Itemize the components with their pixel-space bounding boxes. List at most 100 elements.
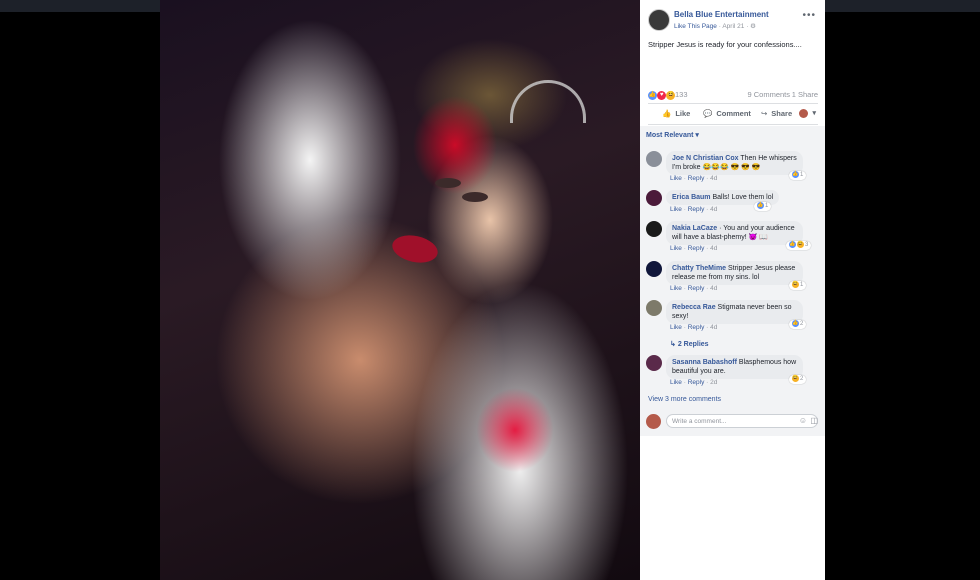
comment-reply-link[interactable]: Reply [688,379,705,386]
page-backdrop [825,12,980,580]
comment-bubble: Rebecca Rae Stigmata never been so sexy! [666,300,803,324]
haha-reaction-icon: 😆 [792,281,799,288]
photo-tiara [510,80,586,123]
haha-reaction-icon: 😆 [666,91,676,100]
more-options-icon[interactable]: ••• [802,10,816,21]
comment-button-label: Comment [716,109,751,118]
commenter-avatar[interactable] [646,300,662,316]
commenter-name[interactable]: Erica Baum [672,194,711,201]
commenter-name[interactable]: Chatty TheMime [672,265,726,272]
comment-time[interactable]: 4d [710,206,717,213]
photo-lips [389,231,441,267]
commenter-avatar[interactable] [646,221,662,237]
like-reaction-icon: 👍 [648,91,657,100]
user-avatar [646,414,661,429]
comment-meta: Like · Reply · 4d [670,324,718,331]
comment-reactions[interactable]: 👍 😆3 [786,241,812,250]
comment-like-link[interactable]: Like [670,245,682,252]
reaction-count: 1 [800,172,804,179]
like-reaction-icon: 👍 [792,320,799,327]
comments-section: Most Relevant ▾ Joe N Christian Cox Then… [640,126,825,436]
comment-time[interactable]: 4d [710,245,717,252]
comment-reactions[interactable]: 👍2 [789,320,807,329]
reactions-icons[interactable]: 👍 ♥ 😆 [648,89,676,100]
comment-time[interactable]: 4d [710,175,717,182]
photo-eye-left [435,178,461,188]
comment-text: Balls! Love them lol [712,194,774,201]
divider [648,103,818,104]
comment-time[interactable]: 2d [710,379,717,386]
view-replies-link[interactable]: ↳ 2 Replies [670,340,709,348]
thumbs-up-icon: 👍 [662,109,672,118]
comment-bubble: Joe N Christian Cox Then He whispers I'm… [666,151,803,175]
comment-time[interactable]: 4d [710,324,717,331]
post-actions: 👍 Like 💬 Comment ↪ Share ▾ [648,106,818,122]
comment-reply-link[interactable]: Reply [688,245,705,252]
comment-like-link[interactable]: Like [670,379,682,386]
like-reaction-icon: 👍 [789,241,796,248]
sort-dropdown[interactable]: Most Relevant ▾ [646,131,699,139]
commenter-name[interactable]: Joe N Christian Cox [672,155,739,162]
share-button[interactable]: ↪ Share [761,109,792,118]
chevron-down-icon[interactable]: ▾ [812,109,816,117]
divider [648,124,818,125]
haha-reaction-icon: 😆 [797,241,804,248]
page-name-link[interactable]: Bella Blue Entertainment [674,10,769,19]
comment-reply-link[interactable]: Reply [688,324,705,331]
sort-label: Most Relevant [646,132,694,139]
comment-reactions[interactable]: 👍1 [789,171,807,180]
love-reaction-icon: ♥ [657,91,667,100]
commenter-name[interactable]: Sasanna Babashoff [672,359,737,366]
post-date[interactable]: April 21 [722,23,744,30]
shares-count-link[interactable]: 1 Share [792,90,818,99]
comment-meta: Like · Reply · 2d [670,379,718,386]
comment-like-link[interactable]: Like [670,175,682,182]
comment-composer: Write a comment... ☺ ◫ [646,414,821,430]
post-stats: 👍 ♥ 😆 133 9 Comments 1 Share [648,89,818,101]
comment-like-link[interactable]: Like [670,206,682,213]
haha-reaction-icon: 😆 [792,375,799,382]
comment-icon: 💬 [703,109,713,118]
commenter-avatar[interactable] [646,355,662,371]
comment-reply-link[interactable]: Reply [688,175,705,182]
post-subline: Like This Page · April 21 · ⚙ [674,22,756,30]
like-reaction-icon: 👍 [757,202,764,209]
like-page-link[interactable]: Like This Page [674,23,717,30]
page-avatar[interactable] [648,9,670,31]
reaction-count: 1 [765,203,769,210]
comment-time[interactable]: 4d [710,285,717,292]
comment-like-link[interactable]: Like [670,285,682,292]
share-button-label: Share [771,109,793,118]
comment-bubble: Chatty TheMime Stripper Jesus please rel… [666,261,803,285]
comment-bubble: Sasanna Babashoff Blasphemous how beauti… [666,355,803,379]
commenter-name[interactable]: Rebecca Rae [672,304,716,311]
comment-reactions[interactable]: 😆2 [789,375,807,384]
post-photo[interactable] [160,0,640,580]
view-more-comments-link[interactable]: View 3 more comments [648,396,721,403]
comment-input[interactable]: Write a comment... [666,414,818,428]
reaction-count: 3 [805,242,809,249]
comments-count-link[interactable]: 9 Comments [747,90,790,99]
commenter-avatar[interactable] [646,151,662,167]
comment-button[interactable]: 💬 Comment [703,109,751,118]
post-header: Bella Blue Entertainment Like This Page … [648,9,818,33]
reaction-count: 2 [800,376,804,383]
comment-reactions[interactable]: 👍1 [754,202,772,211]
commenter-avatar[interactable] [646,261,662,277]
camera-icon[interactable]: ◫ [810,416,818,425]
comment-like-link[interactable]: Like [670,324,682,331]
reaction-count[interactable]: 133 [675,90,688,99]
react-as-avatar[interactable] [799,109,808,118]
globe-icon: · ⚙ [746,23,756,30]
comment-reactions[interactable]: 😆1 [789,281,807,290]
comment-reply-link[interactable]: Reply [688,206,705,213]
replies-label: 2 Replies [677,341,709,348]
photo-eye-right [462,192,488,202]
commenter-name[interactable]: Nakia LaCaze [672,225,717,232]
reaction-count: 2 [800,321,804,328]
like-button[interactable]: 👍 Like [662,109,690,118]
commenter-avatar[interactable] [646,190,662,206]
comment-reply-link[interactable]: Reply [688,285,705,292]
emoji-icon[interactable]: ☺ [799,416,807,425]
reaction-count: 1 [800,282,804,289]
